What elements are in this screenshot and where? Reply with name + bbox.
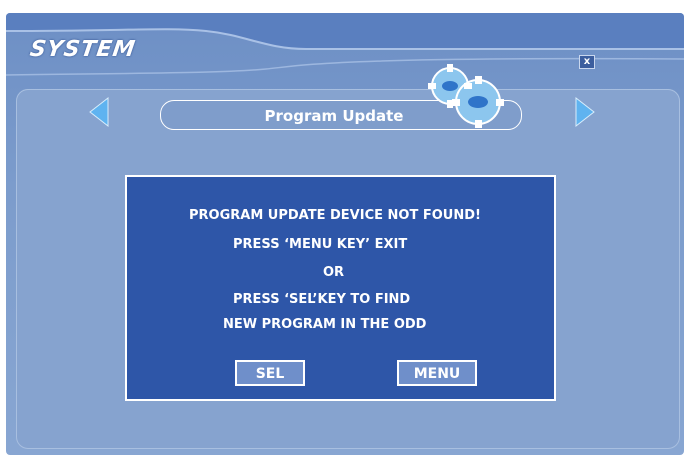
gears-icon	[428, 64, 504, 128]
message-line-2: PRESS ‘MENU KEY’ EXIT	[233, 237, 408, 252]
message-dialog: PROGRAM UPDATE DEVICE NOT FOUND! PRESS ‘…	[125, 175, 556, 401]
menu-button[interactable]: MENU	[397, 360, 477, 386]
window-title: SYSTEM	[28, 37, 138, 62]
close-button[interactable]: x	[579, 55, 595, 69]
message-line-3: OR	[323, 265, 345, 280]
message-line-1: PROGRAM UPDATE DEVICE NOT FOUND!	[189, 208, 481, 223]
sel-button[interactable]: SEL	[235, 360, 305, 386]
left-arrow-icon[interactable]	[88, 96, 110, 128]
right-arrow-icon[interactable]	[574, 96, 596, 128]
message-line-4: PRESS ‘SEL’KEY TO FIND	[233, 292, 411, 307]
message-line-5: NEW PROGRAM IN THE ODD	[223, 317, 427, 332]
